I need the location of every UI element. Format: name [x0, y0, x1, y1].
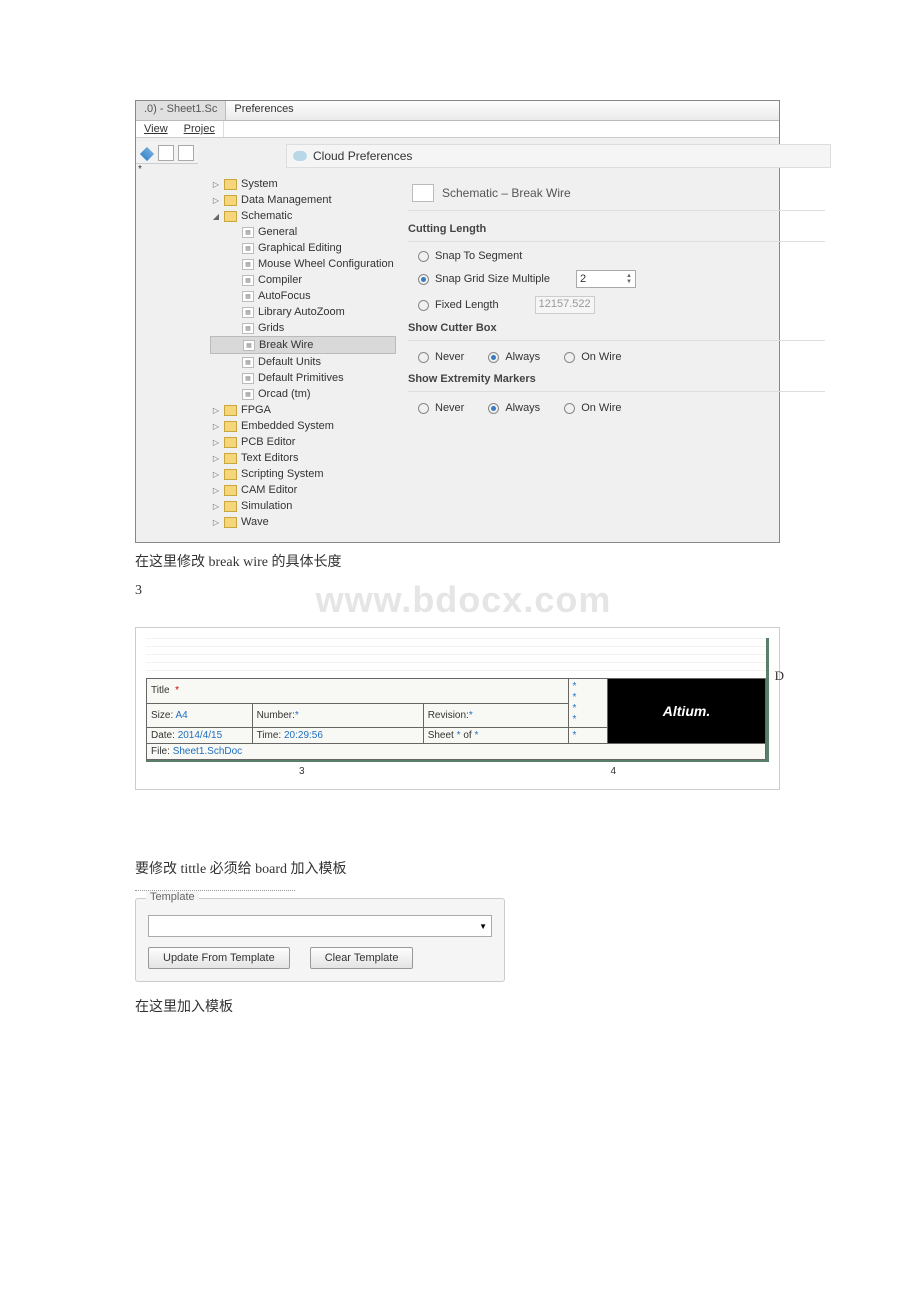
folder-icon — [224, 179, 237, 190]
doc-icon: ▦ — [242, 373, 254, 384]
clear-template-button[interactable]: Clear Template — [310, 947, 414, 969]
diamond-icon[interactable] — [140, 146, 154, 160]
watermark-text: www.bdocx.com — [135, 579, 785, 621]
preferences-window: .0) - Sheet1.Sc Preferences View Projec … — [135, 100, 780, 543]
page-number: 3 — [135, 579, 142, 603]
radio-cutter-onwire[interactable] — [564, 352, 575, 363]
annotation-title: 要修改 tittle 必须给 board 加入模板 — [135, 850, 785, 890]
folder-icon — [224, 469, 237, 480]
template-legend: Template — [146, 891, 199, 903]
section-cutter-box: Show Cutter Box — [408, 318, 825, 341]
section-cutting-length: Cutting Length — [408, 219, 825, 242]
radio-fixed-length[interactable] — [418, 300, 429, 311]
template-groupbox: Template ▼ Update From Template Clear Te… — [135, 898, 505, 982]
doc-icon: ▦ — [242, 307, 254, 318]
window-title: Preferences — [226, 101, 779, 120]
radio-cutter-never[interactable] — [418, 352, 429, 363]
doc-icon: ▦ — [242, 243, 254, 254]
folder-icon — [224, 405, 237, 416]
modified-marker: * — [136, 164, 198, 175]
footer-col-3: 3 — [146, 764, 458, 779]
radio-snap-grid[interactable] — [418, 274, 429, 285]
toolbar-btn-2[interactable] — [178, 145, 194, 161]
folder-icon — [224, 517, 237, 528]
menu-bar: View Projec — [136, 121, 779, 138]
toolbar-btn-1[interactable] — [158, 145, 174, 161]
doc-icon: ▦ — [242, 227, 254, 238]
chevron-down-icon: ▼ — [479, 922, 487, 931]
radio-ext-onwire[interactable] — [564, 403, 575, 414]
radio-snap-segment[interactable] — [418, 251, 429, 262]
grid-d-marker: D — [775, 668, 784, 684]
folder-icon — [224, 501, 237, 512]
doc-icon: ▦ — [242, 323, 254, 334]
folder-icon — [224, 453, 237, 464]
doc-icon: ▦ — [242, 275, 254, 286]
folder-icon — [224, 211, 237, 222]
schematic-title-block: D Title * * * * * Altium. Size: A4 — [135, 627, 780, 790]
doc-icon: ▦ — [242, 389, 254, 400]
settings-panel: Schematic – Break Wire Cutting Length Sn… — [396, 172, 837, 534]
radio-cutter-always[interactable] — [488, 352, 499, 363]
cloud-label: Cloud Preferences — [313, 149, 412, 163]
cloud-icon — [293, 151, 307, 161]
annotation-template: 在这里加入模板 — [135, 982, 785, 1028]
annotation-break-wire: 在这里修改 break wire 的具体长度 — [135, 543, 785, 583]
doc-icon: ▦ — [242, 259, 254, 270]
cloud-preferences-bar[interactable]: Cloud Preferences — [286, 144, 831, 168]
doc-icon: ▦ — [242, 357, 254, 368]
titlebar: .0) - Sheet1.Sc Preferences — [136, 101, 779, 121]
preferences-tree[interactable]: ▷System ▷Data Management ◢Schematic ▦Gen… — [206, 172, 396, 534]
folder-icon — [224, 421, 237, 432]
spinner-icon[interactable]: ▲▼ — [626, 273, 632, 285]
schematic-icon — [412, 184, 434, 202]
tree-item-break-wire[interactable]: ▦Break Wire — [210, 336, 396, 354]
fixed-length-value: 12157.522 — [535, 296, 595, 314]
settings-title: Schematic – Break Wire — [442, 186, 571, 200]
folder-icon — [224, 195, 237, 206]
update-from-template-button[interactable]: Update From Template — [148, 947, 290, 969]
menu-view[interactable]: View — [136, 121, 176, 137]
menu-project[interactable]: Projec — [176, 121, 224, 137]
folder-icon — [224, 437, 237, 448]
left-gutter: * — [136, 138, 198, 542]
folder-icon — [224, 485, 237, 496]
altium-logo: Altium. — [663, 703, 710, 719]
doc-icon: ▦ — [243, 340, 255, 351]
background-tab[interactable]: .0) - Sheet1.Sc — [136, 101, 226, 120]
section-extremity: Show Extremity Markers — [408, 369, 825, 392]
footer-col-4: 4 — [458, 764, 770, 779]
radio-ext-never[interactable] — [418, 403, 429, 414]
grid-multiple-input[interactable]: 2 ▲▼ — [576, 270, 636, 288]
template-dropdown[interactable]: ▼ — [148, 915, 492, 937]
doc-icon: ▦ — [242, 291, 254, 302]
radio-ext-always[interactable] — [488, 403, 499, 414]
